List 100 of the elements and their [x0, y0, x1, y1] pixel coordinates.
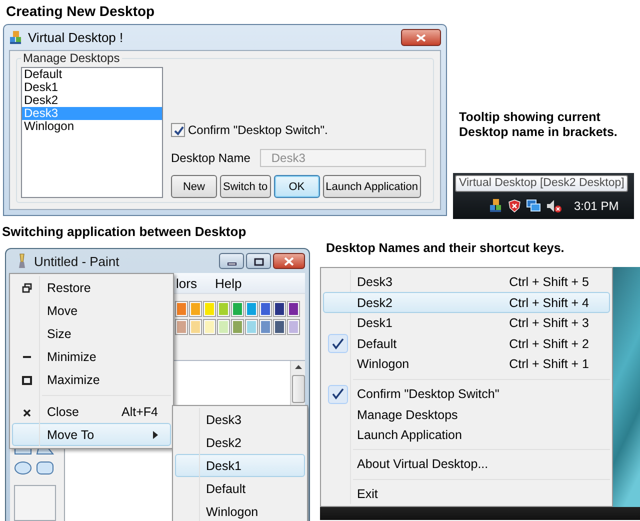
menu-item[interactable]: Desk2 [175, 431, 305, 454]
color-swatch[interactable] [288, 302, 299, 316]
window-title: Virtual Desktop ! [28, 30, 124, 45]
color-swatch[interactable] [246, 320, 257, 334]
maximize-icon [252, 256, 266, 266]
color-swatch[interactable] [246, 302, 257, 316]
color-swatch[interactable] [204, 302, 215, 316]
menu-item[interactable]: Desk3 [175, 408, 305, 431]
menu-item[interactable]: Winlogon Ctrl + Shift + 1 [323, 354, 610, 375]
menu-item-label: Manage Desktops [356, 408, 459, 422]
dialog-button[interactable]: Switch to [220, 175, 271, 198]
checkbox-label: Confirm "Desktop Switch". [188, 123, 328, 137]
menu-item[interactable]: Desk1 Ctrl + Shift + 3 [323, 312, 610, 334]
menu-item[interactable]: Move [12, 299, 171, 322]
menu-item[interactable]: Default [175, 477, 305, 500]
menu-item-label: Desk2 [356, 296, 394, 310]
app-icon [9, 30, 23, 45]
menu-item-label: Winlogon [356, 357, 410, 372]
shortcut-text: Ctrl + Shift + 5 [509, 275, 590, 290]
menu-item[interactable]: Size [12, 322, 171, 345]
list-item[interactable]: Desk2 [22, 94, 162, 107]
color-swatch[interactable] [260, 302, 271, 316]
shield-icon[interactable] [508, 198, 521, 212]
menu-item-label: Restore [46, 280, 92, 294]
close-button[interactable] [401, 29, 441, 46]
menu-item-label: Confirm "Desktop Switch" [356, 387, 500, 402]
restore-icon [22, 282, 32, 292]
minimize-icon [23, 356, 31, 358]
color-swatch[interactable] [190, 302, 201, 316]
menu-item-label: Launch Application [356, 428, 463, 442]
menu-item[interactable]: Move To [12, 423, 171, 446]
color-swatch[interactable] [218, 320, 229, 334]
color-swatch[interactable] [204, 320, 215, 334]
group-label: Manage Desktops [22, 51, 121, 65]
menu-item[interactable]: Default Ctrl + Shift + 2 [323, 333, 610, 354]
menu-item[interactable]: About Virtual Desktop... [323, 454, 610, 475]
menu-item-label: Exit [356, 486, 379, 501]
check-icon [331, 388, 346, 400]
menu-bar-item[interactable]: Help [214, 276, 242, 290]
list-item[interactable]: Winlogon [22, 120, 162, 133]
ellipse-tool-icon[interactable] [14, 461, 32, 475]
scrollbar[interactable] [290, 361, 305, 405]
maximize-button[interactable] [246, 253, 271, 269]
shortcut-text: Ctrl + Shift + 1 [509, 357, 590, 372]
default-button[interactable]: OK [274, 175, 320, 198]
check-icon [331, 338, 346, 350]
menu-item[interactable]: Confirm "Desktop Switch" [323, 384, 610, 405]
maximize-icon [22, 374, 32, 384]
menu-item[interactable]: Desk3 Ctrl + Shift + 5 [323, 272, 610, 292]
window-title: Untitled - Paint [34, 254, 120, 268]
color-swatch[interactable] [176, 302, 187, 316]
color-swatch[interactable] [274, 302, 285, 316]
field-label: Desktop Name [171, 151, 250, 165]
menu-item[interactable]: Winlogon [175, 500, 305, 521]
paintbrush-icon [16, 253, 28, 269]
color-swatch[interactable] [176, 320, 187, 334]
minimize-button[interactable] [219, 253, 244, 269]
rounded-rectangle-tool-icon[interactable] [36, 461, 54, 475]
app-icon[interactable] [489, 198, 503, 213]
close-button[interactable] [273, 253, 305, 269]
tooltip: Virtual Desktop [Desk2 Desktop] [455, 175, 628, 192]
close-icon [22, 406, 32, 416]
color-swatch[interactable] [232, 320, 243, 334]
menu-item-label: Move [46, 304, 79, 318]
menu-item[interactable]: Exit [323, 484, 610, 504]
menu-item[interactable]: Manage Desktops [323, 404, 610, 425]
menu-item-label: Close [46, 404, 80, 418]
checkbox[interactable] [171, 123, 185, 137]
menu-item[interactable]: Minimize [12, 345, 171, 368]
scrollbar-thumb[interactable] [292, 375, 304, 403]
menu-item-label: Size [46, 326, 72, 340]
color-swatch[interactable] [288, 320, 299, 334]
menu-item[interactable]: Restore [12, 276, 171, 299]
menu-item[interactable]: Close Alt+F4 [12, 400, 171, 423]
network-icon[interactable] [526, 198, 541, 212]
close-icon [416, 34, 426, 42]
color-swatch[interactable] [218, 302, 229, 316]
desktop-list[interactable]: Default Desk1 Desk2 Desk3 Winlogon [21, 67, 163, 198]
color-swatch[interactable] [190, 320, 201, 334]
menu-item[interactable]: Maximize [12, 368, 171, 391]
menu-item[interactable]: Desk2 Ctrl + Shift + 4 [323, 292, 610, 313]
menu-bar-item[interactable]: lors [176, 276, 197, 290]
menu-item[interactable]: Launch Application [323, 424, 610, 446]
list-item[interactable]: Desk1 [22, 81, 162, 94]
menu-item-label: Maximize [46, 372, 101, 386]
clock-time[interactable]: 3:01 PM [574, 198, 619, 212]
menu-item[interactable]: Desk1 [175, 454, 305, 477]
color-swatch[interactable] [260, 320, 271, 334]
color-swatch[interactable] [274, 320, 285, 334]
menu-item-label: Desk2 [205, 436, 242, 450]
shortcut-text: Ctrl + Shift + 4 [509, 296, 590, 310]
dialog-button[interactable]: Launch Application [322, 175, 421, 198]
scroll-up-icon [294, 365, 302, 369]
menu-item-label: Desk3 [205, 412, 242, 426]
muted-speaker-icon[interactable] [546, 198, 562, 212]
dialog-button[interactable]: New [171, 175, 217, 198]
color-swatch[interactable] [232, 302, 243, 316]
menu-item-label: Default [356, 336, 398, 351]
shortcut-text: Alt+F4 [122, 404, 159, 418]
list-item[interactable]: Default [22, 68, 162, 81]
